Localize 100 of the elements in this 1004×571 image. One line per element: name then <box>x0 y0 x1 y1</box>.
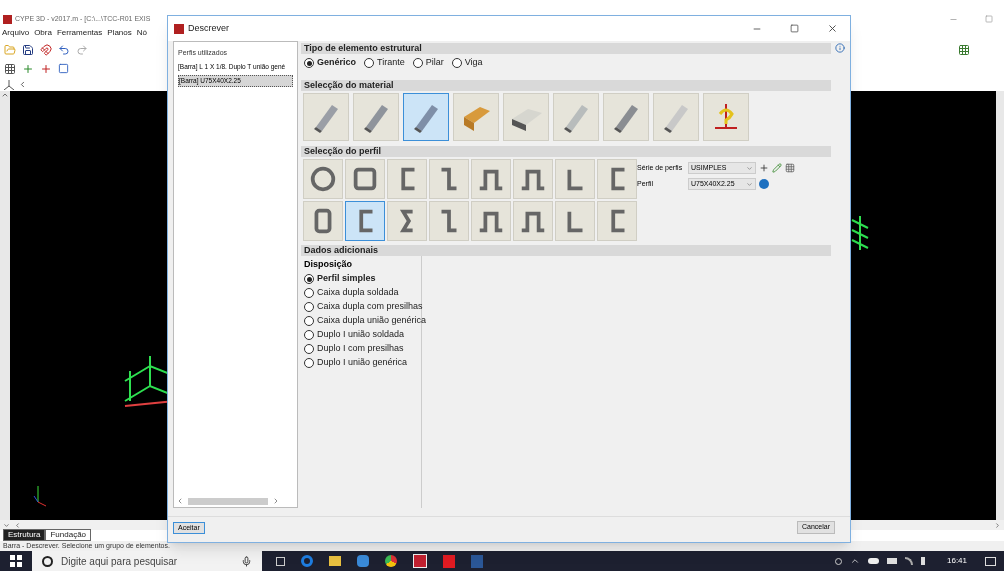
tile-button[interactable] <box>553 93 599 141</box>
scroll-left-icon[interactable] <box>176 497 184 505</box>
app-icon[interactable] <box>357 555 369 567</box>
clock-time[interactable]: 16:41 <box>937 555 977 567</box>
section-header: Dados adicionais <box>301 245 831 256</box>
tile-button[interactable] <box>603 93 649 141</box>
radio-button[interactable] <box>304 288 314 298</box>
radio-label: Duplo I com presilhas <box>317 342 404 356</box>
subheading: Disposição <box>304 258 353 271</box>
maximize-icon[interactable] <box>790 24 799 33</box>
tile-button[interactable] <box>513 201 553 241</box>
scroll-right-icon[interactable] <box>994 521 1001 529</box>
menu-item[interactable]: Nó <box>136 27 147 39</box>
app-icon[interactable] <box>413 554 427 568</box>
plus-icon[interactable] <box>22 62 34 75</box>
axes-icon <box>4 79 14 90</box>
windows-logo-icon[interactable] <box>10 555 22 567</box>
radio-button[interactable] <box>412 58 423 68</box>
radio-label: Perfil simples <box>317 272 376 286</box>
radio-button[interactable] <box>304 330 314 340</box>
radio-label: Genérico <box>317 56 356 70</box>
close-icon[interactable] <box>827 23 838 34</box>
tile-button[interactable] <box>345 201 385 241</box>
menu-item[interactable]: Arquivo <box>2 27 30 39</box>
grid-icon[interactable] <box>4 62 16 75</box>
tile-button[interactable] <box>303 201 343 241</box>
add-icon[interactable] <box>759 163 769 173</box>
tile-button[interactable] <box>597 159 637 199</box>
radio-label: Pilar <box>425 56 444 70</box>
radio-button[interactable] <box>304 358 314 368</box>
scroll-left-icon[interactable] <box>14 521 21 529</box>
tile-button[interactable] <box>597 201 637 241</box>
tile-button[interactable] <box>303 93 349 141</box>
tile-button[interactable] <box>513 159 553 199</box>
tile-button[interactable] <box>429 201 469 241</box>
info-icon[interactable] <box>759 179 769 189</box>
scroll-down-icon[interactable] <box>3 521 10 529</box>
info-icon[interactable] <box>835 43 845 53</box>
section-header: Selecção do perfil <box>301 146 831 157</box>
magnet-icon[interactable] <box>40 43 52 56</box>
radio-button[interactable] <box>304 302 314 312</box>
tile-button[interactable] <box>653 93 699 141</box>
menu-item[interactable]: Planos <box>107 27 132 39</box>
plus-icon[interactable] <box>40 62 52 75</box>
document-app-icon[interactable] <box>471 554 483 568</box>
microphone-icon[interactable] <box>241 555 252 567</box>
search-icon <box>42 555 53 567</box>
app-logo-icon <box>3 14 12 24</box>
tile-button[interactable] <box>555 159 595 199</box>
dialog-title: Descrever <box>188 21 229 35</box>
notification-icon[interactable] <box>985 556 996 566</box>
tile-button[interactable] <box>353 93 399 141</box>
vertical-scrollbar[interactable] <box>996 91 1004 520</box>
sheet-tab[interactable]: Fundação <box>45 529 92 541</box>
task-view-icon[interactable] <box>276 556 285 566</box>
tile-button[interactable] <box>429 159 469 199</box>
radio-button[interactable] <box>451 58 462 68</box>
section-header: Selecção do material <box>301 80 831 91</box>
tile-button[interactable] <box>387 201 427 241</box>
radio-button[interactable] <box>304 316 314 326</box>
radio-label: Caixa dupla soldada <box>317 286 399 300</box>
table-icon[interactable] <box>785 163 795 173</box>
tile-button[interactable] <box>387 159 427 199</box>
tile-button[interactable] <box>453 93 499 141</box>
square-icon[interactable] <box>58 63 69 74</box>
undo-icon[interactable] <box>58 43 70 56</box>
radio-label: Caixa dupla união genérica <box>317 314 427 328</box>
radio-label: Tirante <box>377 56 405 70</box>
section-header: Tipo de elemento estrutural <box>301 43 831 54</box>
scroll-up-icon[interactable] <box>1 91 9 99</box>
tile-button[interactable] <box>471 159 511 199</box>
tile-button[interactable] <box>303 159 343 199</box>
tile-button[interactable] <box>555 201 595 241</box>
tile-button[interactable] <box>503 93 549 141</box>
tile-button[interactable] <box>403 93 449 141</box>
menu-item[interactable]: Obra <box>34 27 52 39</box>
menu-item[interactable]: Ferramentas <box>56 27 103 39</box>
tile-button[interactable] <box>345 159 385 199</box>
radio-button[interactable] <box>304 274 314 284</box>
redo-icon[interactable] <box>76 43 88 56</box>
search-field[interactable]: Digite aqui para pesquisar <box>32 551 262 571</box>
axes-drawing <box>32 486 48 508</box>
pdf-app-icon[interactable] <box>443 554 455 568</box>
tile-button[interactable] <box>471 201 511 241</box>
app-logo-icon <box>174 23 184 34</box>
chevron-left-icon[interactable] <box>18 80 27 89</box>
radio-label: Duplo I união genérica <box>317 356 408 370</box>
radio-button[interactable] <box>364 58 374 68</box>
scroll-right-icon[interactable] <box>272 497 280 505</box>
tile-button[interactable] <box>703 93 749 141</box>
radio-label: Caixa dupla com presilhas <box>317 300 423 314</box>
grid-icon[interactable] <box>958 43 970 56</box>
radio-button[interactable] <box>304 344 314 354</box>
radio-label: Viga <box>464 56 483 70</box>
radio-button[interactable] <box>304 58 314 68</box>
chevron-up-icon[interactable] <box>850 556 860 566</box>
radio-label: Duplo I união soldada <box>317 328 405 342</box>
sheet-tab[interactable]: Estrutura <box>3 529 46 541</box>
save-icon[interactable] <box>22 43 34 56</box>
ring-section-icon <box>308 164 338 194</box>
